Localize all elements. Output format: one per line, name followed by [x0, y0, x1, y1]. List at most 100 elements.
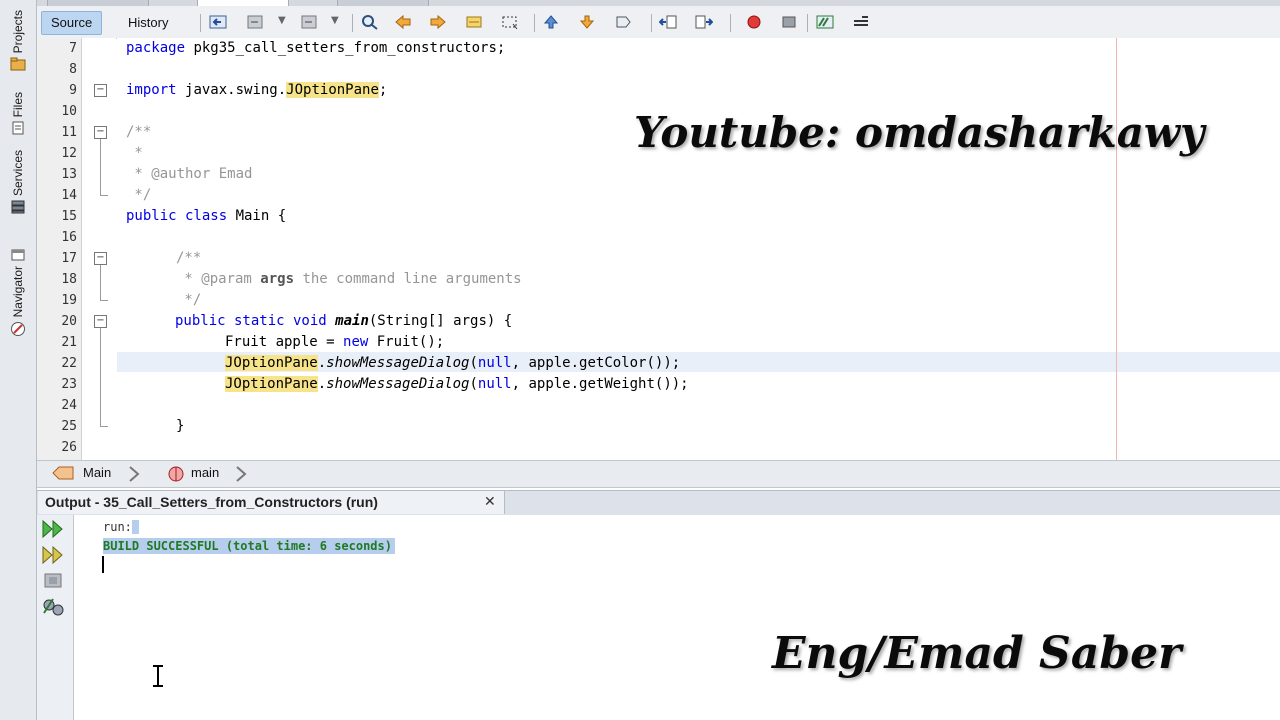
code-line: package pkg35_call_setters_from_construc… [126, 40, 505, 56]
editor-toolbar: Source History ▼ ▼ [37, 6, 1280, 39]
highlighted-token: JOptionPane [225, 376, 318, 392]
code-line: JOptionPane.showMessageDialog(null, appl… [225, 376, 689, 392]
toggle-highlight-icon[interactable] [465, 14, 483, 30]
rerun-with-parameters-icon[interactable] [41, 545, 67, 565]
build-status-line: BUILD SUCCESSFUL (total time: 6 seconds) [103, 538, 395, 554]
last-edit-icon[interactable] [209, 14, 227, 30]
chevron-down-icon[interactable]: ▼ [278, 15, 286, 26]
rerun-icon[interactable] [41, 519, 67, 539]
fold-toggle-icon[interactable]: − [94, 315, 107, 328]
comment-line: * @param args the command line arguments [176, 271, 521, 287]
forward-icon[interactable] [301, 14, 319, 30]
method-token: main [335, 313, 369, 329]
fold-toggle-icon[interactable]: − [94, 126, 107, 139]
stop-icon[interactable] [43, 572, 65, 590]
output-line: run: [103, 520, 140, 534]
comment-line: * [126, 145, 143, 161]
sidebar-item-label: Services [11, 150, 25, 197]
text-caret [102, 556, 104, 573]
code-token: javax.swing. [185, 82, 287, 98]
keyword-token: null [477, 376, 512, 392]
breadcrumb: Main main [37, 460, 1280, 488]
side-panel-bar: Projects Files Services Navigator [0, 0, 37, 720]
sidebar-item-files[interactable]: Files [4, 92, 32, 135]
toolbar-separator [200, 14, 201, 32]
line-number: 21 [61, 335, 77, 350]
keyword-token: new [343, 334, 369, 350]
fold-toggle-icon[interactable]: − [94, 252, 107, 265]
line-number: 22 [61, 356, 77, 371]
settings-icon[interactable] [41, 597, 67, 617]
line-number: 11 [61, 125, 77, 140]
breadcrumb-class[interactable]: Main [83, 465, 111, 480]
navigator-icon [11, 322, 25, 337]
toolbar-separator [651, 14, 652, 32]
line-number: 18 [61, 272, 77, 287]
line-number: 9 [69, 83, 77, 98]
method-token: showMessageDialog [326, 355, 470, 371]
text-cursor-icon [153, 665, 163, 687]
close-icon[interactable]: ✕ [484, 493, 496, 510]
shift-left-icon[interactable] [659, 14, 677, 30]
toolbar-separator [352, 14, 353, 32]
start-macro-recording-icon[interactable] [745, 14, 763, 30]
line-number: 19 [61, 293, 77, 308]
comment-line: */ [126, 187, 152, 203]
code-line: public class Main { [126, 208, 286, 224]
highlighted-token: JOptionPane [286, 82, 379, 98]
line-number: 20 [61, 314, 77, 329]
code-token: Main { [235, 208, 287, 224]
line-number: 26 [61, 440, 77, 455]
breadcrumb-method[interactable]: main [191, 465, 219, 480]
source-button[interactable]: Source [41, 11, 103, 35]
code-line: Fruit apple = new Fruit(); [225, 334, 444, 350]
code-token: (String[] args) { [368, 313, 513, 329]
output-toolbar [37, 515, 74, 720]
sidebar-item-label: Projects [11, 10, 25, 54]
toolbar-separator [730, 14, 731, 32]
line-number: 10 [61, 104, 77, 119]
stop-macro-recording-icon[interactable] [780, 14, 798, 30]
next-bookmark-icon[interactable] [578, 14, 596, 30]
keyword-token: public static void [175, 313, 336, 329]
toggle-bookmark-icon[interactable] [614, 14, 632, 30]
search-icon[interactable] [361, 14, 379, 30]
shift-right-icon[interactable] [695, 14, 713, 30]
output-tab-title: Output - 35_Call_Setters_from_Constructo… [45, 494, 378, 510]
toolbar-separator [534, 14, 535, 32]
comment-line: */ [176, 292, 202, 308]
code-token: ( [469, 355, 478, 371]
previous-bookmark-icon[interactable] [542, 14, 560, 30]
keyword-token: import [126, 82, 186, 98]
line-number-gutter [37, 38, 82, 460]
rectangular-selection-icon[interactable] [501, 14, 519, 30]
back-icon[interactable] [247, 14, 265, 30]
comment-line: /** [126, 124, 152, 140]
line-number: 23 [61, 377, 77, 392]
code-token: , apple.getWeight()); [511, 376, 689, 392]
comment-icon[interactable] [816, 14, 834, 30]
uncomment-icon[interactable] [852, 14, 870, 30]
sidebar-item-services[interactable]: Services [4, 150, 32, 214]
find-next-icon[interactable] [429, 14, 447, 30]
output-line-text: run: [103, 520, 132, 534]
history-button[interactable]: History [118, 11, 178, 35]
chevron-down-icon[interactable]: ▼ [331, 15, 339, 26]
files-icon [12, 121, 24, 135]
find-previous-icon[interactable] [394, 14, 412, 30]
line-number: 15 [61, 209, 77, 224]
sidebar-item-navigator[interactable]: Navigator [4, 248, 32, 337]
sidebar-item-projects[interactable]: Projects [4, 10, 32, 71]
highlighted-token: JOptionPane [225, 355, 318, 371]
code-line: } [176, 418, 185, 434]
line-number: 17 [61, 251, 77, 266]
fold-toggle-icon[interactable]: − [94, 84, 107, 97]
chevron-right-icon [236, 466, 247, 482]
code-editor[interactable] [117, 38, 1280, 460]
code-token: Fruit(); [368, 334, 445, 350]
line-number: 24 [61, 398, 77, 413]
comment-token: * @param [176, 271, 261, 287]
output-tab[interactable]: Output - 35_Call_Setters_from_Constructo… [38, 491, 505, 514]
comment-line: /** [176, 250, 202, 266]
line-number: 7 [69, 41, 77, 56]
